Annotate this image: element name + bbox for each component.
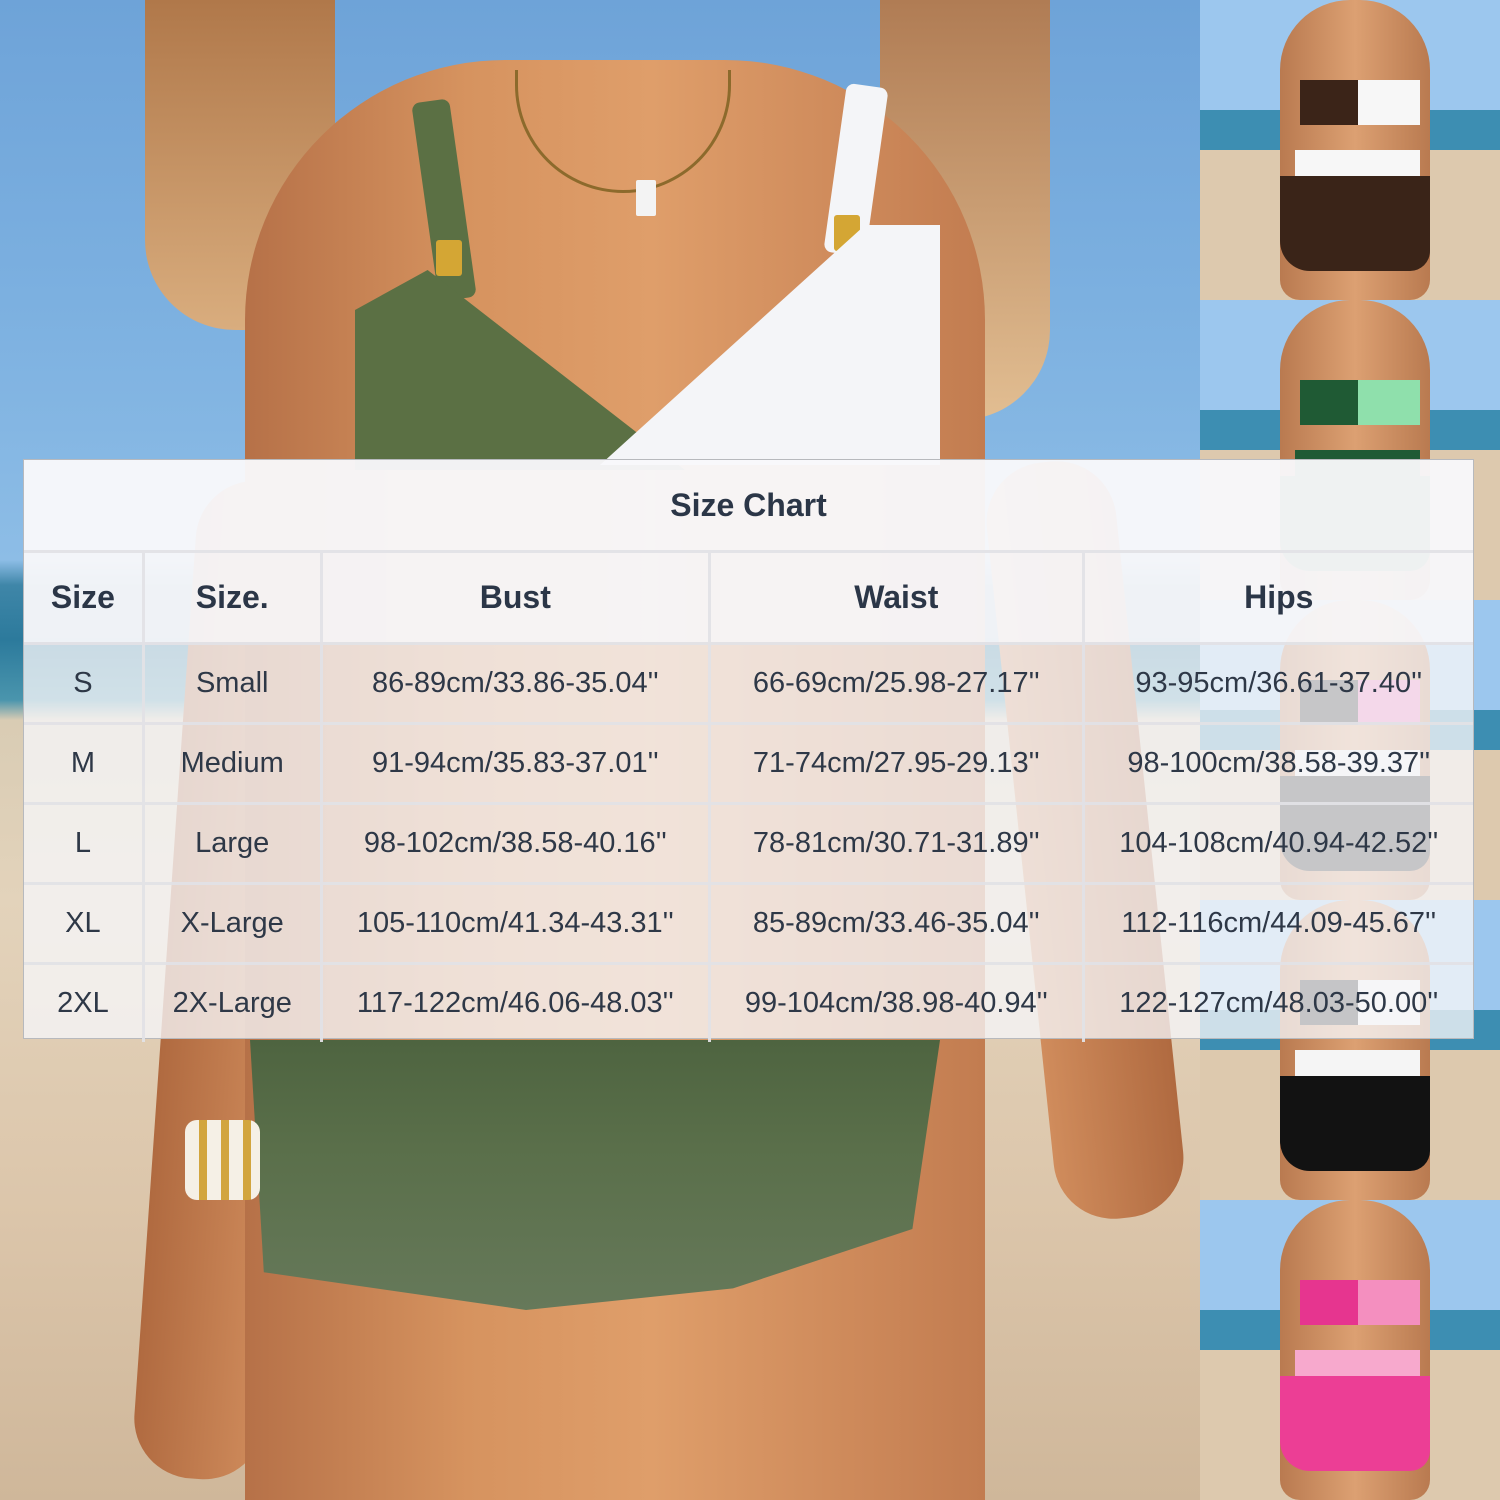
table-row: XL X-Large 105-110cm/41.34-43.31'' 85-89cm/… bbox=[24, 882, 1473, 962]
cell-size: L bbox=[24, 802, 145, 882]
cell-size: XL bbox=[24, 882, 145, 962]
thumbnail-top-b bbox=[1358, 80, 1420, 125]
cell-size-name: Small bbox=[144, 642, 323, 722]
cell-size-name: X-Large bbox=[144, 882, 323, 962]
bracelet bbox=[185, 1120, 260, 1200]
column-header-waist: Waist bbox=[711, 550, 1085, 642]
thumbnail-band bbox=[1295, 150, 1420, 178]
column-header-size: Size bbox=[24, 550, 145, 642]
size-chart-grid: Size Size. Bust Waist Hips S Small 86-89cm… bbox=[24, 550, 1473, 1042]
cell-waist: 71-74cm/27.95-29.13'' bbox=[711, 722, 1085, 802]
thumbnail-top-b bbox=[1358, 1280, 1420, 1325]
table-header-row: Size Size. Bust Waist Hips bbox=[24, 550, 1473, 642]
product-image: Size Chart Size Size. Bust Waist Hips SS… bbox=[0, 0, 1500, 1500]
cell-waist: 66-69cm/25.98-27.17'' bbox=[711, 642, 1085, 722]
variant-thumbnail-brown-white[interactable] bbox=[1200, 0, 1500, 300]
thumbnail-top-a bbox=[1300, 80, 1360, 125]
cell-size: 2XL bbox=[24, 962, 145, 1042]
cell-bust: 105-110cm/41.34-43.31'' bbox=[322, 882, 712, 962]
cell-hips: 122-127cm/48.03-50.00'' bbox=[1084, 962, 1473, 1042]
column-header-hips: Hips bbox=[1084, 550, 1473, 642]
cell-size: S bbox=[24, 642, 145, 722]
thumbnail-top-a bbox=[1300, 380, 1360, 425]
cell-bust: 117-122cm/46.06-48.03'' bbox=[322, 962, 712, 1042]
cell-size-name: Large bbox=[144, 802, 323, 882]
cell-waist: 85-89cm/33.46-35.04'' bbox=[711, 882, 1085, 962]
table-row: M Medium 91-94cm/35.83-37.01'' 71-74cm/27.9… bbox=[24, 722, 1473, 802]
table-row: L Large 98-102cm/38.58-40.16'' 78-81cm/30.7… bbox=[24, 802, 1473, 882]
thumbnail-skrt bbox=[1280, 176, 1430, 271]
thumbnail-skrt bbox=[1280, 1076, 1430, 1171]
cell-hips: 98-100cm/38.58-39.37'' bbox=[1084, 722, 1473, 802]
thumbnail-top-b bbox=[1358, 380, 1420, 425]
table-row: S Small 86-89cm/33.86-35.04'' 66-69cm/25.98… bbox=[24, 642, 1473, 722]
cell-waist: 78-81cm/30.71-31.89'' bbox=[711, 802, 1085, 882]
necklace-pendant bbox=[636, 180, 656, 216]
column-header-bust: Bust bbox=[322, 550, 712, 642]
table-row: 2XL 2X-Large 117-122cm/46.06-48.03'' 99-104… bbox=[24, 962, 1473, 1042]
cell-bust: 91-94cm/35.83-37.01'' bbox=[322, 722, 712, 802]
gold-clasp-left bbox=[436, 240, 462, 276]
cell-bust: 98-102cm/38.58-40.16'' bbox=[322, 802, 712, 882]
size-chart-table: Size Chart Size Size. Bust Waist Hips SS… bbox=[23, 459, 1474, 1042]
cell-size-name: 2X-Large bbox=[144, 962, 323, 1042]
thumbnail-band bbox=[1295, 1050, 1420, 1078]
cell-hips: 93-95cm/36.61-37.40'' bbox=[1084, 642, 1473, 722]
cell-size-name: Medium bbox=[144, 722, 323, 802]
thumbnail-band bbox=[1295, 1350, 1420, 1378]
cell-waist: 99-104cm/38.98-40.94'' bbox=[711, 962, 1085, 1042]
thumbnail-skrt bbox=[1280, 1376, 1430, 1471]
cell-hips: 112-116cm/44.09-45.67'' bbox=[1084, 882, 1473, 962]
cell-hips: 104-108cm/40.94-42.52'' bbox=[1084, 802, 1473, 882]
thumbnail-top-a bbox=[1300, 1280, 1360, 1325]
size-chart-title: Size Chart bbox=[24, 460, 1473, 550]
column-header-size-name: Size. bbox=[144, 550, 323, 642]
cell-bust: 86-89cm/33.86-35.04'' bbox=[322, 642, 712, 722]
cell-size: M bbox=[24, 722, 145, 802]
variant-thumbnail-pink[interactable] bbox=[1200, 1200, 1500, 1500]
